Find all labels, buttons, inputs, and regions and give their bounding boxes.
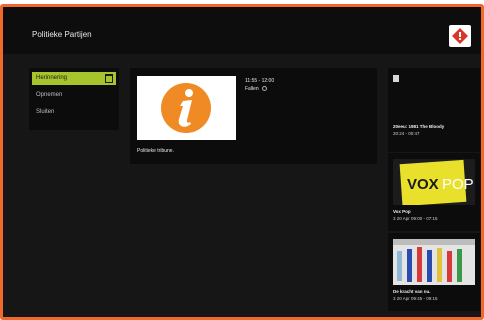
menu-item-sluiten[interactable]: Sluiten (32, 106, 116, 119)
status-label: Fallen (245, 86, 259, 92)
vox-pop-logo: VOX POP (399, 159, 474, 207)
app-window: Politieke Partijen Herinnering Opnemen S… (0, 4, 484, 320)
menu-item-label: Opnemen (36, 92, 63, 98)
program-thumbnail (137, 76, 236, 140)
recording-card-3[interactable]: De kracht van nu. 3 20 Apr 09:45 - 09:15 (388, 233, 480, 311)
header-bar: Politieke Partijen (3, 7, 481, 54)
recording-card-1[interactable]: 20eeu: 1981 The Bloody 20:24 - 00:47 (388, 68, 480, 152)
menu-item-herinnering[interactable]: Herinnering (32, 72, 116, 85)
status-circle-icon (262, 86, 268, 92)
side-menu: Herinnering Opnemen Sluiten (29, 68, 119, 130)
recording-meta: 3 20 Apr 09:45 - 09:15 (393, 296, 438, 301)
page-title: Politieke Partijen (32, 30, 92, 39)
recording-thumbnail (393, 239, 475, 285)
recording-title: Vox Pop (393, 209, 411, 214)
program-status: Fallen (245, 86, 268, 92)
recording-thumbnail: VOX POP (393, 159, 475, 207)
brand-logo-icon (449, 25, 471, 47)
test-tubes-image (393, 239, 475, 285)
trash-icon[interactable] (105, 74, 113, 83)
program-detail-panel: 11:55 - 12:00 Fallen Politieke tribune. (130, 68, 377, 164)
menu-item-label: Herinnering (36, 75, 68, 81)
program-name: Politieke tribune. (137, 148, 174, 154)
svg-text:VOX: VOX (407, 176, 439, 193)
recording-icon (393, 75, 399, 82)
menu-item-opnemen[interactable]: Opnemen (32, 89, 116, 102)
recording-meta: 20:24 - 00:47 (393, 131, 420, 136)
menu-item-label: Sluiten (36, 109, 55, 115)
recording-card-2[interactable]: VOX POP Vox Pop 3 20 Apr 09:00 - 07:15 (388, 153, 480, 231)
recording-title: De kracht van nu. (393, 289, 431, 294)
info-icon (161, 83, 211, 133)
program-time: 11:55 - 12:00 (245, 78, 275, 84)
recording-title: 20eeu: 1981 The Bloody (393, 124, 445, 129)
svg-text:POP: POP (442, 176, 474, 193)
recording-meta: 3 20 Apr 09:00 - 07:15 (393, 216, 438, 221)
